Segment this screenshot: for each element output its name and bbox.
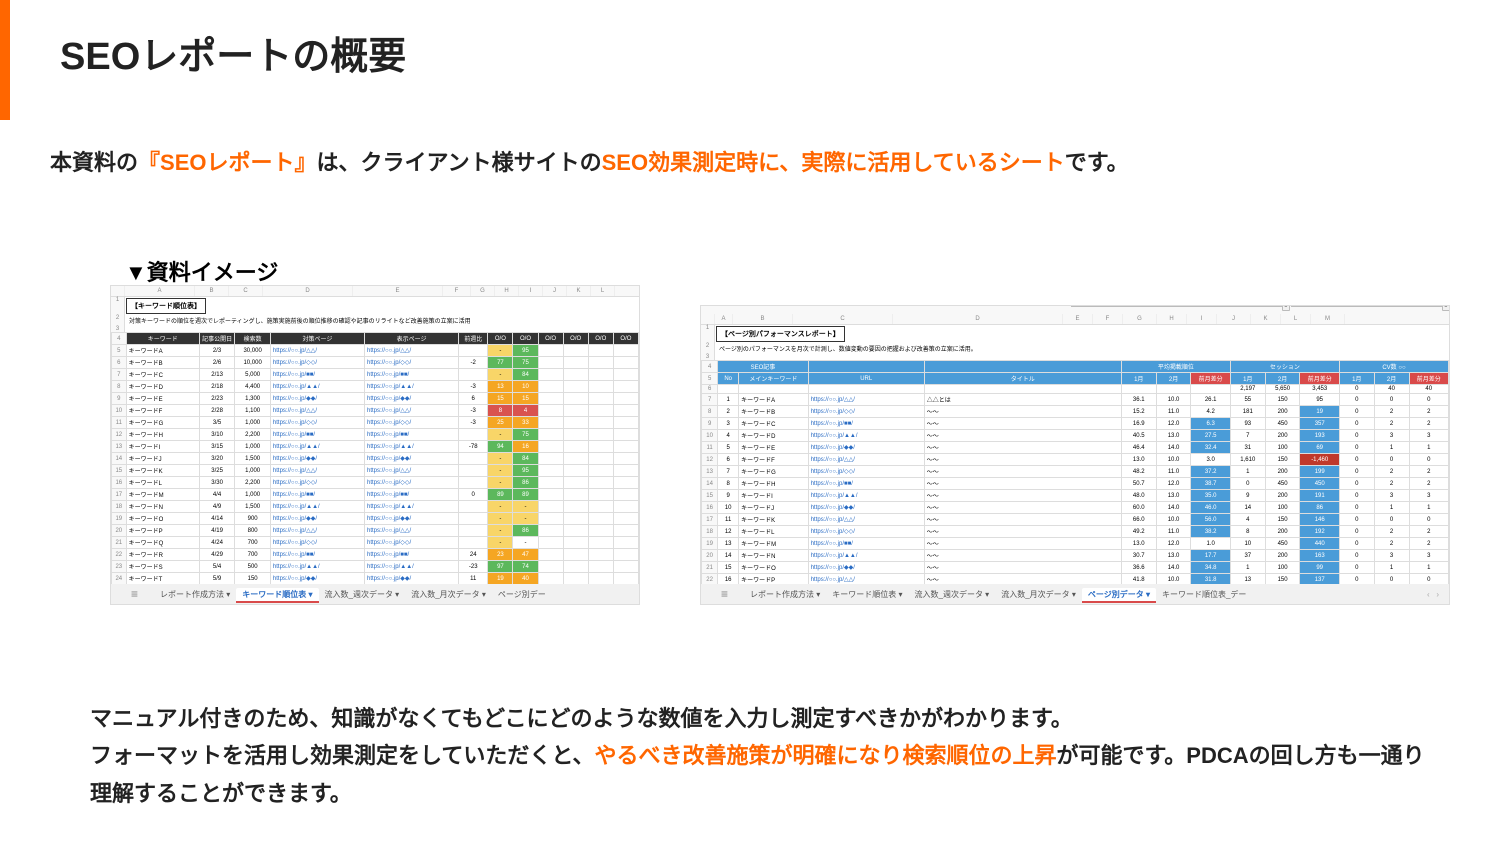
sheet1-desc: 対策キーワードの順位を週次でレポーティングし、施策実施前後の順位推移の確認や記事… (125, 315, 475, 326)
table-row: 1610キーワードJhttps://○○.jp/◆◆/～～60.014.046.… (702, 502, 1449, 514)
table-row: 115キーワードEhttps://○○.jp/◆◆/～～46.414.032.4… (702, 442, 1449, 454)
description: マニュアル付きのため、知識がなくてもどこにどのような数値を入力し測定すべきかがわ… (90, 700, 1440, 812)
sheet-tab[interactable]: キーワード順位表 ▾ (236, 588, 318, 603)
table-row: 71キーワードAhttps://○○.jp/△△/△△とは36.110.026.… (702, 394, 1449, 406)
sheet-tab[interactable]: 流入数_月次データ ▾ (995, 588, 1082, 601)
table-row: 62,1975,6503,45304040 (702, 385, 1449, 394)
table-row: 10キーワードF2/281,100https://○○.jp/△△/https:… (112, 405, 639, 417)
sheet-tab[interactable]: キーワード順位表 ▾ (826, 588, 908, 601)
table-row: 8キーワードD2/184,400https://○○.jp/▲▲/https:/… (112, 381, 639, 393)
table-row: 24キーワードT5/9150https://○○.jp/◆◆/https://○… (112, 573, 639, 585)
sheet-tab[interactable]: ページ別データ ▾ (1082, 588, 1156, 603)
scroll-arrows[interactable]: ‹ › (1427, 590, 1439, 599)
subtitle: 本資料の『SEOレポート』は、クライアント様サイトのSEO効果測定時に、実際に活… (50, 145, 1129, 177)
table-row: 82キーワードBhttps://○○.jp/◇◇/～～15.211.04.218… (702, 406, 1449, 418)
sheet-tab[interactable]: 流入数_週次データ ▾ (909, 588, 996, 601)
table-row: 13キーワードI3/151,000https://○○.jp/▲▲/https:… (112, 441, 639, 453)
table-row: 11キーワードG3/51,000https://○○.jp/◇◇/https:/… (112, 417, 639, 429)
table-row: 20キーワードP4/19800https://○○.jp/△△/https://… (112, 525, 639, 537)
table-row: 159キーワードIhttps://○○.jp/▲▲/～～48.013.035.0… (702, 490, 1449, 502)
table-row: 6キーワードB2/610,000https://○○.jp/◇◇/https:/… (112, 357, 639, 369)
table-row: 1711キーワードKhttps://○○.jp/△△/～～66.010.056.… (702, 514, 1449, 526)
sheet-tab[interactable]: 流入数_月次データ ▾ (405, 588, 492, 601)
table-row: 2115キーワードOhttps://○○.jp/◆◆/～～36.614.034.… (702, 562, 1449, 574)
sheet1-title: 【キーワード順位表】 (126, 298, 206, 314)
sheet1-tabs: ≡ レポート作成方法 ▾キーワード順位表 ▾流入数_週次データ ▾流入数_月次デ… (111, 584, 639, 604)
hamburger-icon[interactable]: ≡ (131, 587, 138, 601)
table-row: 137キーワードGhttps://○○.jp/◇◇/～～48.211.037.2… (702, 466, 1449, 478)
table-row: 16キーワードL3/302,200https://○○.jp/◇◇/https:… (112, 477, 639, 489)
table-row: 12キーワードH3/102,200https://○○.jp/■■/https:… (112, 429, 639, 441)
accent-bar (0, 0, 10, 120)
page-title: SEOレポートの概要 (60, 25, 406, 80)
table-row: 15キーワードK3/251,000https://○○.jp/△△/https:… (112, 465, 639, 477)
sheet2-table: 4SEO記事平均掲載順位セッションCV数 ○○ 5NoメインキーワードURLタイ… (701, 360, 1449, 605)
table-row: 93キーワードChttps://○○.jp/■■/～～16.912.06.393… (702, 418, 1449, 430)
sheet-tab[interactable]: ページ別デー (492, 588, 552, 601)
table-row: 9キーワードE2/231,300https://○○.jp/◆◆/https:/… (112, 393, 639, 405)
hamburger-icon[interactable]: ≡ (721, 587, 728, 601)
table-row: 18キーワードN4/91,500https://○○.jp/▲▲/https:/… (112, 501, 639, 513)
sheet-tab[interactable]: レポート作成方法 ▾ (744, 588, 826, 601)
table-row: 126キーワードFhttps://○○.jp/△△/～～13.010.03.01… (702, 454, 1449, 466)
spreadsheet-page-performance: − − ABCDEFGHIJKLM 1【ページ別パフォーマンスレポート】 2ペー… (700, 305, 1450, 605)
table-row: 2014キーワードNhttps://○○.jp/▲▲/～～30.713.017.… (702, 550, 1449, 562)
sheet-tab[interactable]: 流入数_週次データ ▾ (319, 588, 406, 601)
table-row: 19キーワードO4/14900https://○○.jp/◆◆/https://… (112, 513, 639, 525)
table-row: 23キーワードS5/4500https://○○.jp/▲▲/https://○… (112, 561, 639, 573)
column-letters: ABCDEFGHIJKL (111, 286, 639, 297)
column-letters: ABCDEFGHIJKLM (701, 314, 1449, 325)
table-row: 21キーワードQ4/24700https://○○.jp/◇◇/https://… (112, 537, 639, 549)
table-row: 1913キーワードMhttps://○○.jp/■■/～～13.012.01.0… (702, 538, 1449, 550)
spreadsheet-keyword-rank: ABCDEFGHIJKL 1 【キーワード順位表】 2対策キーワードの順位を週次… (110, 285, 640, 605)
sheet1-table: 4キーワード記事公開日検索数対策ページ表示ページ前週比O/OO/OO/OO/OO… (111, 332, 639, 605)
sheet2-desc: ページ別のパフォーマンスを月次で計測し、数値変動の要因の把握および改善策の立案に… (715, 343, 981, 354)
sheet-tab[interactable]: レポート作成方法 ▾ (154, 588, 236, 601)
sheet-tab[interactable]: キーワード順位表_デー (1156, 588, 1252, 601)
sheet2-title: 【ページ別パフォーマンスレポート】 (716, 326, 845, 342)
table-row: 17キーワードM4/41,000https://○○.jp/■■/https:/… (112, 489, 639, 501)
table-row: 5キーワードA2/330,000https://○○.jp/△△/https:/… (112, 345, 639, 357)
table-row: 148キーワードHhttps://○○.jp/■■/～～50.712.038.7… (702, 478, 1449, 490)
image-label: ▼資料イメージ (125, 255, 278, 287)
table-row: 14キーワードJ3/201,500https://○○.jp/◆◆/https:… (112, 453, 639, 465)
table-row: 22キーワードR4/29700https://○○.jp/■■/https://… (112, 549, 639, 561)
table-row: 104キーワードDhttps://○○.jp/▲▲/～～40.513.027.5… (702, 430, 1449, 442)
sheet2-tabs: ≡ レポート作成方法 ▾キーワード順位表 ▾流入数_週次データ ▾流入数_月次デ… (701, 584, 1449, 604)
table-row: 7キーワードC2/135,000https://○○.jp/■■/https:/… (112, 369, 639, 381)
table-row: 1812キーワードLhttps://○○.jp/◇◇/～～49.211.038.… (702, 526, 1449, 538)
